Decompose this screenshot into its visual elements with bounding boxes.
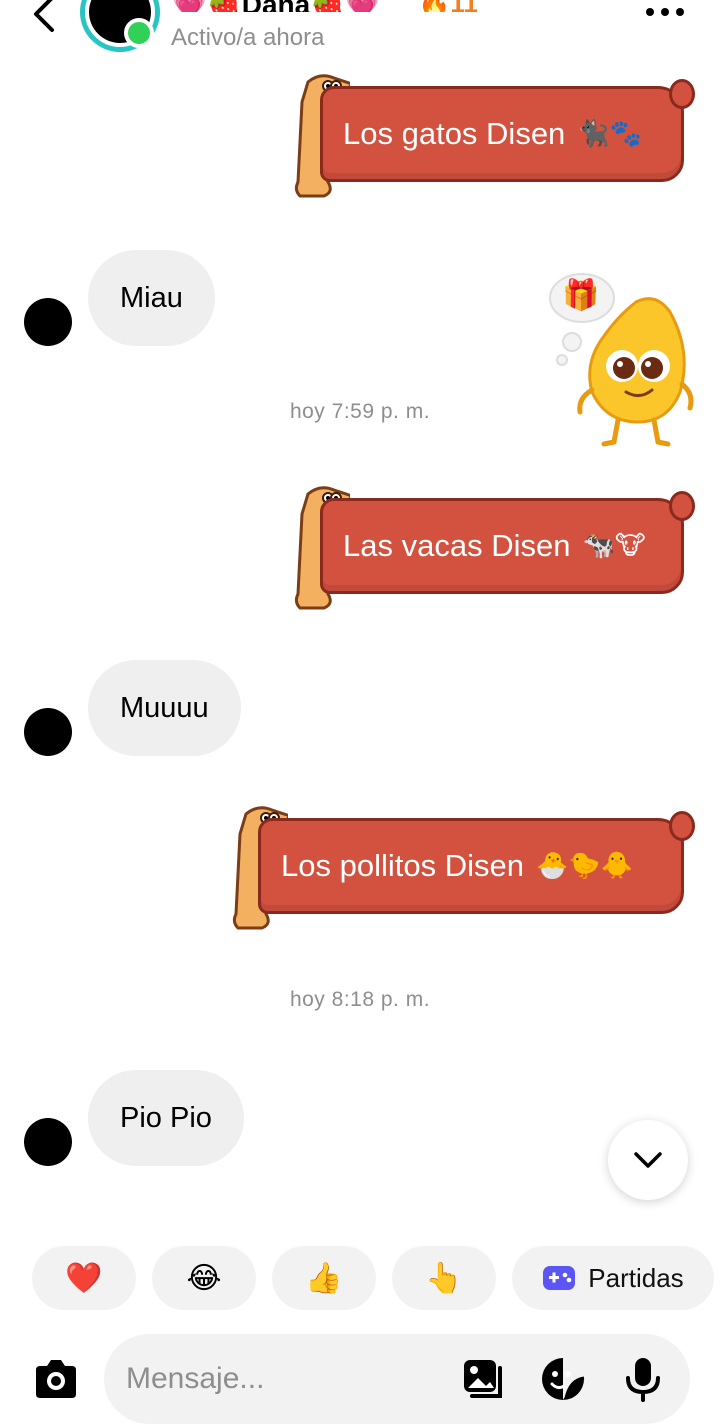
- sticker-text: Las vacas Disen: [343, 528, 571, 563]
- react-laugh-button[interactable]: 😂: [152, 1246, 256, 1310]
- sticker-text: Los pollitos Disen: [281, 848, 524, 883]
- quick-reactions-bar: ❤️ 😂 👍 👆 Partidas: [0, 1220, 720, 1330]
- sticker-icon[interactable]: [540, 1356, 586, 1402]
- streak-badge: 🔥11: [418, 0, 478, 12]
- sticker-message[interactable]: Las vacas Disen 🐄🐮: [294, 484, 696, 614]
- camera-icon[interactable]: [32, 1356, 80, 1404]
- sender-avatar[interactable]: [24, 298, 72, 346]
- scroll-to-bottom-button[interactable]: [608, 1120, 688, 1200]
- sender-avatar[interactable]: [24, 1118, 72, 1166]
- more-options-icon[interactable]: [640, 2, 690, 22]
- incoming-message[interactable]: Miau: [88, 250, 215, 346]
- sticker-emoji: 🐣🐤🐥: [535, 851, 634, 881]
- timestamp: hoy 8:18 p. m.: [289, 988, 431, 1011]
- pointing-hand-icon: 👆: [425, 1260, 463, 1296]
- online-indicator: [124, 18, 154, 48]
- microphone-icon[interactable]: [620, 1356, 666, 1402]
- chat-header: 💗🍓Dana🍓💗 🔥11 Activo/a ahora: [0, 0, 720, 60]
- sticker-text: Los gatos Disen: [343, 116, 566, 151]
- thumbs-up-icon: 👍: [305, 1260, 343, 1296]
- heart-icon: ❤️: [65, 1260, 103, 1296]
- timestamp: hoy 7:59 p. m.: [289, 400, 431, 423]
- tears-of-joy-icon: 😂: [186, 1260, 222, 1296]
- chevron-down-icon: [634, 1152, 662, 1168]
- react-thumbs-up-button[interactable]: 👍: [272, 1246, 376, 1310]
- sender-avatar[interactable]: [24, 708, 72, 756]
- games-button[interactable]: Partidas: [512, 1246, 714, 1310]
- contact-name-text: Dana: [242, 0, 310, 12]
- name-emoji-left: 💗🍓: [172, 0, 242, 12]
- gift-icon: 🎁: [562, 278, 600, 313]
- sticker-emoji: 🐄🐮: [582, 531, 646, 561]
- message-composer: [104, 1334, 690, 1424]
- games-label: Partidas: [588, 1262, 684, 1293]
- incoming-message[interactable]: Pio Pio: [88, 1070, 244, 1166]
- sticker-message[interactable]: Los gatos Disen 🐈‍⬛🐾: [294, 72, 696, 202]
- name-emoji-right: 🍓💗: [310, 0, 380, 12]
- gamepad-icon: [543, 1266, 576, 1290]
- sticker-message[interactable]: Los pollitos Disen 🐣🐤🐥: [232, 804, 696, 934]
- active-status: Activo/a ahora: [171, 24, 325, 51]
- sticker-emoji: 🐈‍⬛🐾: [577, 119, 643, 149]
- gallery-icon[interactable]: [460, 1356, 506, 1402]
- contact-name[interactable]: 💗🍓Dana🍓💗: [172, 0, 380, 12]
- react-heart-button[interactable]: ❤️: [32, 1246, 136, 1310]
- back-arrow-icon[interactable]: [28, 0, 62, 38]
- react-pointing-button[interactable]: 👆: [392, 1246, 496, 1310]
- message-input[interactable]: [126, 1356, 446, 1402]
- incoming-message[interactable]: Muuuu: [88, 660, 241, 756]
